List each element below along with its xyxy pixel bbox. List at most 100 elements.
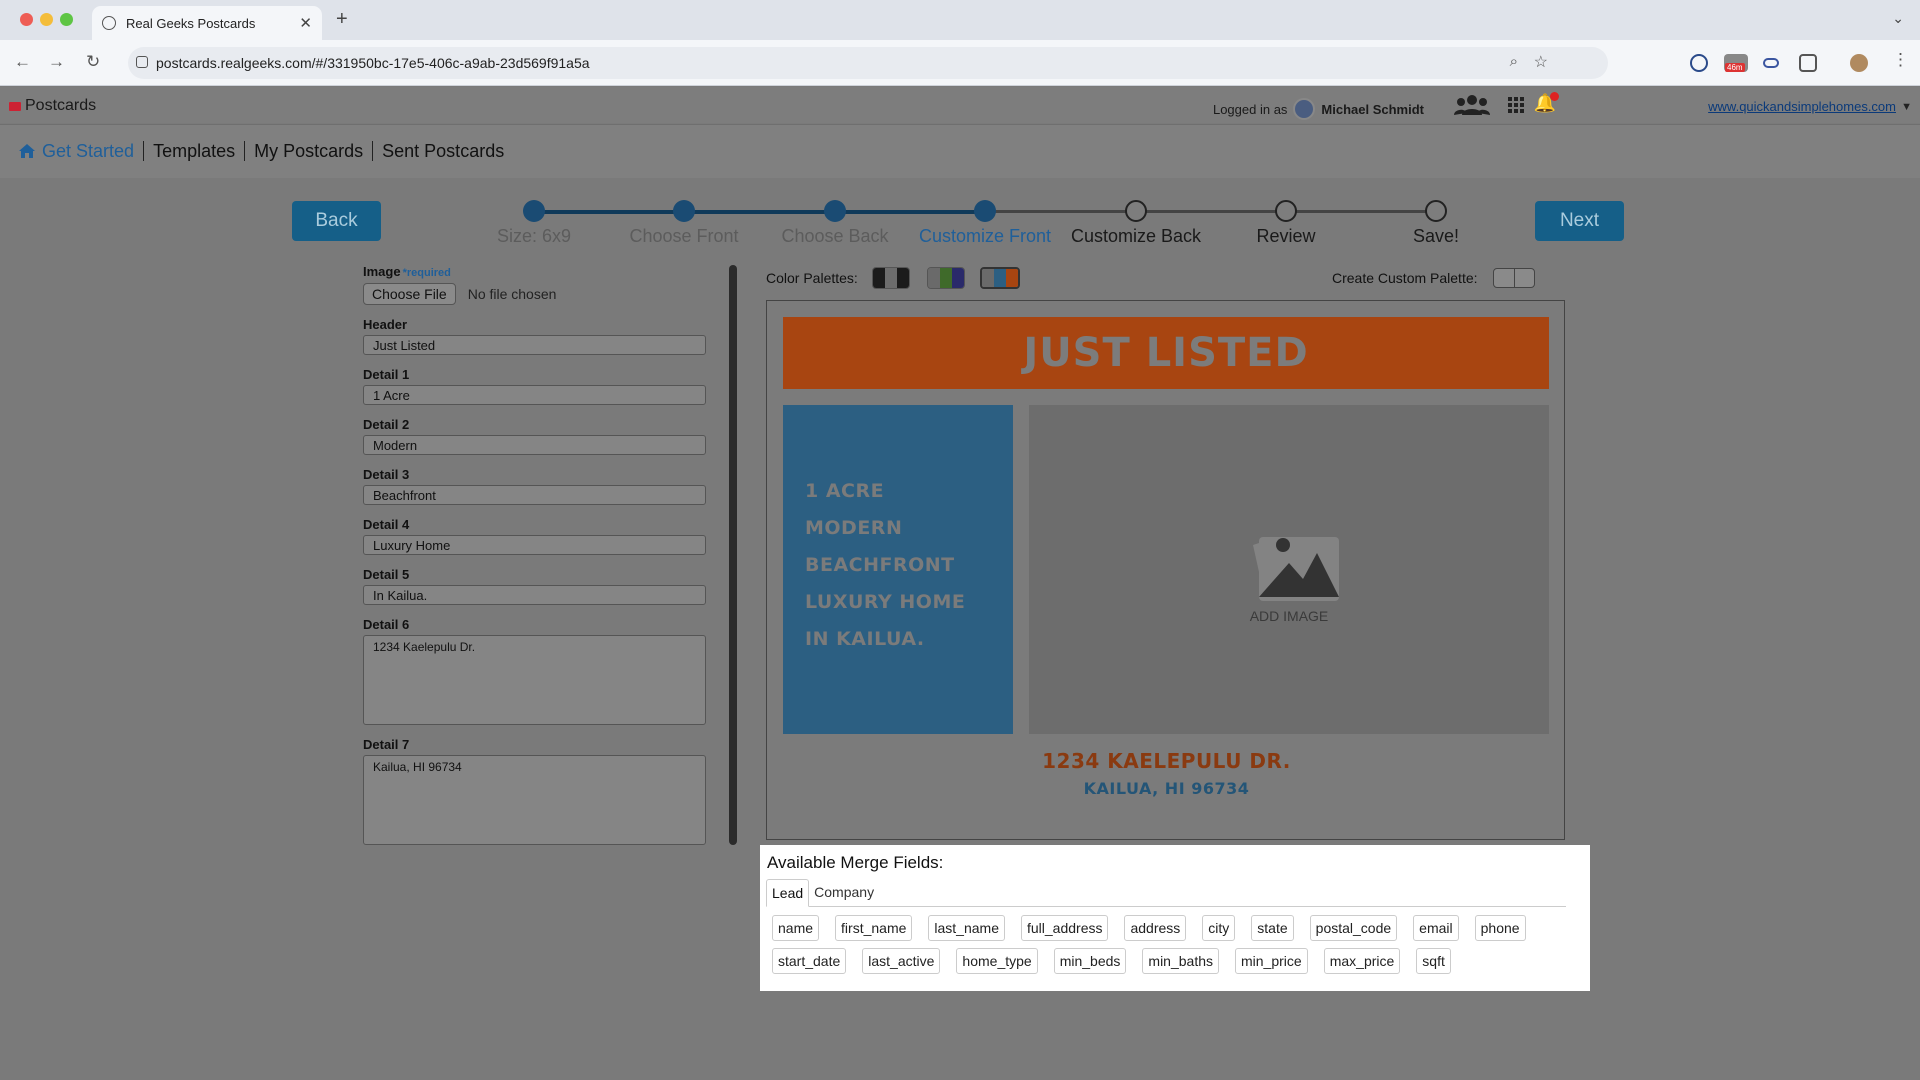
reload-icon[interactable]: ↻ [86, 52, 100, 72]
users-icon[interactable] [1454, 93, 1490, 117]
password-extension-icon[interactable] [1690, 54, 1708, 72]
menu-my-postcards[interactable]: My Postcards [244, 141, 372, 161]
puzzle-extension-icon[interactable] [1799, 54, 1817, 72]
site-link[interactable]: www.quickandsimplehomes.com [1708, 99, 1896, 114]
detail-6-textarea[interactable]: 1234 Kaelepulu Dr. [363, 635, 706, 725]
forward-arrow-icon[interactable]: → [48, 52, 65, 72]
new-tab-icon[interactable]: + [336, 8, 348, 31]
step-customize-back[interactable]: Customize Back [1056, 200, 1216, 247]
link-extension-icon[interactable] [1763, 58, 1779, 68]
form-scrollbar[interactable] [729, 265, 737, 845]
customize-form: Image *required Choose File No file chose… [363, 264, 708, 857]
postcard-detail: IN KAILUA. [805, 628, 925, 650]
merge-field-chip[interactable]: city [1202, 915, 1236, 941]
close-tab-icon[interactable]: ✕ [299, 14, 312, 32]
color-palettes-label: Color Palettes: [766, 270, 858, 286]
merge-field-chip[interactable]: start_date [772, 948, 847, 974]
merge-field-chip[interactable]: state [1251, 915, 1294, 941]
detail-2-input[interactable]: Modern [363, 435, 706, 455]
tab-title: Real Geeks Postcards [126, 15, 256, 31]
step-size[interactable]: Size: 6x9 [454, 200, 614, 247]
merge-field-chip[interactable]: min_price [1235, 948, 1308, 974]
next-button[interactable]: Next [1535, 201, 1624, 241]
postcard-details-panel[interactable]: 1 ACRE MODERN BEACHFRONT LUXURY HOME IN … [783, 405, 1013, 734]
step-choose-front[interactable]: Choose Front [604, 200, 764, 247]
browser-tab[interactable]: Real Geeks Postcards ✕ [92, 6, 322, 40]
tab-lead[interactable]: Lead [766, 879, 810, 907]
minimize-window-button[interactable] [40, 13, 53, 26]
postcard-address[interactable]: 1234 KAELEPULU DR. KAILUA, HI 96734 [767, 749, 1566, 798]
merge-fields-tabs: Lead Company [766, 879, 1566, 907]
step-save[interactable]: Save! [1356, 200, 1516, 247]
step-choose-back[interactable]: Choose Back [755, 200, 915, 247]
brand-name: Postcards [25, 97, 97, 114]
login-info: Logged in as Michael Schmidt [1213, 98, 1424, 120]
tab-company[interactable]: Company [809, 879, 879, 906]
user-name[interactable]: Michael Schmidt [1321, 102, 1424, 117]
menu-get-started[interactable]: Get Started [18, 141, 143, 161]
globe-icon [102, 16, 116, 30]
detail-5-input[interactable]: In Kailua. [363, 585, 706, 605]
brand-logo[interactable]: Postcards [9, 97, 96, 115]
merge-field-chip[interactable]: address [1124, 915, 1187, 941]
postcard-header[interactable]: JUST LISTED [783, 317, 1549, 389]
merge-fields-panel: Available Merge Fields: Lead Company nam… [760, 845, 1590, 991]
site-dropdown-icon[interactable]: ▼ [1901, 101, 1912, 113]
site-settings-icon[interactable] [136, 56, 148, 68]
logged-in-prefix: Logged in as [1212, 101, 1288, 117]
detail-5-label: Detail 5 [363, 567, 410, 582]
merge-field-chip[interactable]: postal_code [1309, 915, 1398, 941]
palette-swatch-3[interactable] [980, 267, 1020, 289]
apps-grid-icon[interactable] [1508, 97, 1524, 113]
step-review[interactable]: Review [1206, 200, 1366, 247]
back-arrow-icon[interactable]: ← [14, 52, 31, 72]
merge-field-chip[interactable]: max_price [1323, 948, 1401, 974]
menu-sent-postcards[interactable]: Sent Postcards [372, 141, 513, 161]
merge-field-chip[interactable]: last_name [928, 915, 1005, 941]
postcard-preview: JUST LISTED 1 ACRE MODERN BEACHFRONT LUX… [766, 300, 1565, 840]
detail-3-input[interactable]: Beachfront [363, 485, 706, 505]
close-window-button[interactable] [20, 13, 33, 26]
merge-field-chip[interactable]: phone [1474, 915, 1526, 941]
choose-file-button[interactable]: Choose File [363, 283, 456, 305]
extension-badge: 46m [1725, 63, 1745, 72]
detail-3-label: Detail 3 [363, 467, 410, 482]
back-button[interactable]: Back [292, 201, 381, 241]
merge-field-chip[interactable]: home_type [956, 948, 1038, 974]
custom-palette-swatch[interactable] [1493, 268, 1535, 288]
palette-swatch-2[interactable] [927, 267, 965, 289]
url-field[interactable]: postcards.realgeeks.com/#/331950bc-17e5-… [128, 47, 1608, 79]
bell-icon[interactable]: 🔔 [1534, 92, 1559, 114]
merge-field-chip[interactable]: last_active [862, 948, 941, 974]
detail-6-label: Detail 6 [363, 617, 410, 632]
maximize-window-button[interactable] [60, 13, 73, 26]
no-file-text: No file chosen [467, 286, 557, 302]
detail-7-textarea[interactable]: Kailua, HI 96734 [363, 755, 706, 845]
image-placeholder-icon [1253, 537, 1339, 601]
merge-field-chip[interactable]: min_baths [1142, 948, 1219, 974]
calendar-extension-icon[interactable]: 46m [1724, 54, 1748, 72]
merge-field-chip[interactable]: email [1413, 915, 1459, 941]
zoom-icon[interactable]: ⌕ [1510, 53, 1518, 70]
postcard-image-placeholder[interactable]: ADD IMAGE [1029, 405, 1549, 734]
detail-7-label: Detail 7 [363, 737, 410, 752]
detail-1-input[interactable]: 1 Acre [363, 385, 706, 405]
palette-swatch-1[interactable] [872, 267, 910, 289]
merge-field-chip[interactable]: min_beds [1053, 948, 1127, 974]
detail-4-input[interactable]: Luxury Home [363, 535, 706, 555]
merge-field-chip[interactable]: name [772, 915, 820, 941]
profile-avatar-icon[interactable] [1850, 54, 1868, 72]
app-header: Postcards Logged in as Michael Schmidt 🔔… [0, 87, 1920, 123]
bookmark-star-icon[interactable]: ☆ [1534, 52, 1548, 72]
merge-field-chip[interactable]: sqft [1416, 948, 1451, 974]
merge-fields-title: Available Merge Fields: [767, 853, 944, 872]
merge-field-chip[interactable]: full_address [1020, 915, 1109, 941]
chevron-down-icon[interactable]: ⌄ [1892, 10, 1904, 27]
image-label: Image *required [363, 264, 451, 279]
more-menu-icon[interactable]: ⋮ [1892, 50, 1909, 70]
merge-field-chip[interactable]: first_name [835, 915, 913, 941]
header-input[interactable]: Just Listed [363, 335, 706, 355]
browser-tab-bar: Real Geeks Postcards ✕ + ⌄ [0, 0, 1920, 40]
step-customize-front[interactable]: Customize Front [905, 200, 1065, 247]
menu-templates[interactable]: Templates [143, 141, 244, 161]
